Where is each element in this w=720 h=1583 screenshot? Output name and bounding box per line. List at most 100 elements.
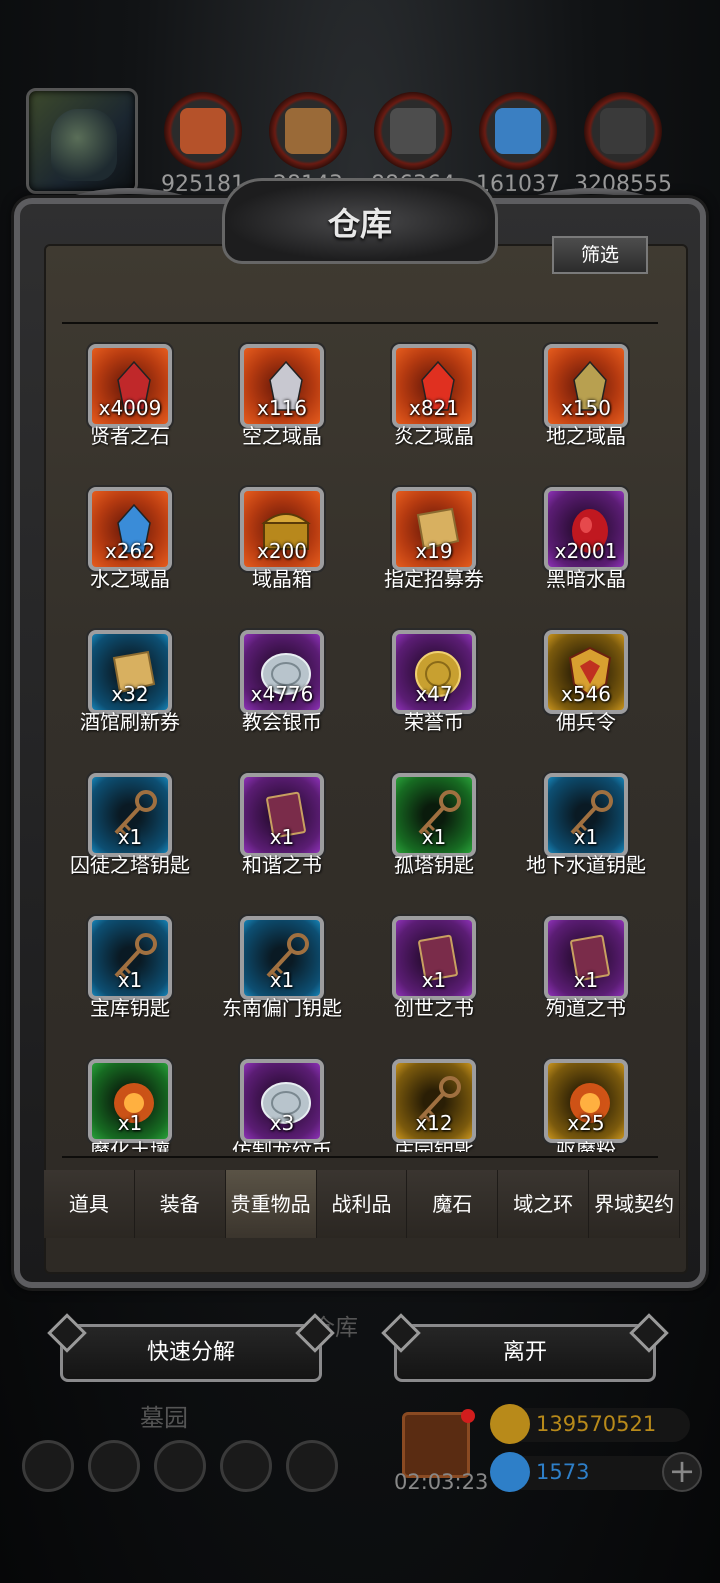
inventory-item[interactable]: x1 孤塔钥匙 xyxy=(348,761,500,891)
item-count: x546 xyxy=(560,682,611,706)
item-count: x821 xyxy=(408,396,459,420)
item-count: x25 xyxy=(567,1111,605,1135)
item-name: 殉道之书 xyxy=(546,996,626,1020)
item-name: 东南偏门钥匙 xyxy=(222,996,342,1020)
rune-icon[interactable] xyxy=(286,1440,338,1492)
warehouse-panel: 仓库 筛选 x4009 贤者之石 x116 空之域晶 x821 炎之域晶 x150 地之域晶 x… xyxy=(14,178,706,1294)
gate-icon[interactable] xyxy=(154,1440,206,1492)
tab-5[interactable]: 域之环 xyxy=(498,1170,590,1238)
quick-decompose-button[interactable]: 快速分解 xyxy=(60,1324,322,1382)
inventory-item[interactable]: x546 佣兵令 xyxy=(500,618,652,748)
star-icon[interactable] xyxy=(88,1440,140,1492)
inventory-item[interactable]: x150 地之域晶 xyxy=(500,332,652,462)
item-count: x47 xyxy=(415,682,453,706)
inventory-item[interactable]: x1 东南偏门钥匙 xyxy=(196,904,348,1034)
item-name: 酒馆刷新券 xyxy=(80,710,180,734)
item-name: 囚徒之塔钥匙 xyxy=(70,853,190,877)
item-count: x12 xyxy=(415,1111,453,1135)
gift-box-icon[interactable] xyxy=(402,1409,475,1478)
inventory-item[interactable]: x19 指定招募券 xyxy=(348,475,500,605)
item-count: x1 xyxy=(117,825,143,849)
tab-3[interactable]: 战利品 xyxy=(316,1170,408,1238)
inventory-item[interactable]: x32 酒馆刷新券 xyxy=(44,618,196,748)
item-name: 黑暗水晶 xyxy=(546,567,626,591)
category-tabs: 道具 装备 贵重物品 战利品 魔石 域之环 界域契约 xyxy=(44,1170,681,1238)
item-name: 佣兵令 xyxy=(556,710,616,734)
item-name: 地之域晶 xyxy=(546,424,626,448)
inventory-item[interactable]: x1 创世之书 xyxy=(348,904,500,1034)
inventory-item[interactable]: x1 魔化土壤 xyxy=(44,1047,196,1152)
map-label: 墓园 xyxy=(140,1404,188,1432)
item-name: 创世之书 xyxy=(394,996,474,1020)
item-count: x1 xyxy=(421,968,447,992)
orange-ore-icon xyxy=(164,92,242,170)
item-count: x32 xyxy=(111,682,149,706)
inventory-item[interactable]: x1 地下水道钥匙 xyxy=(500,761,652,891)
gift-timer: 02:03:23 xyxy=(394,1470,489,1494)
item-count: x3 xyxy=(269,1111,295,1135)
add-currency-button[interactable]: + xyxy=(662,1452,702,1492)
panel-title: 仓库 xyxy=(327,205,392,243)
inventory-item[interactable]: x2001 黑暗水晶 xyxy=(500,475,652,605)
item-name: 空之域晶 xyxy=(242,424,322,448)
item-count: x4776 xyxy=(250,682,314,706)
item-count: x19 xyxy=(415,539,453,563)
resource-icon-core xyxy=(180,108,226,154)
resource-icon-core xyxy=(285,108,331,154)
inventory-item[interactable]: x3 仿制龙纹币 xyxy=(196,1047,348,1152)
tab-1[interactable]: 装备 xyxy=(134,1170,226,1238)
gem-currency: 1573 xyxy=(490,1452,690,1492)
item-name: 孤塔钥匙 xyxy=(394,853,474,877)
item-count: x1 xyxy=(117,968,143,992)
item-count: x200 xyxy=(256,539,307,563)
item-name: 宝库钥匙 xyxy=(90,996,170,1020)
item-name: 魔化土壤 xyxy=(90,1139,170,1152)
inventory-item[interactable]: x1 囚徒之塔钥匙 xyxy=(44,761,196,891)
inventory-item[interactable]: x47 荣誉币 xyxy=(348,618,500,748)
mail-icon[interactable] xyxy=(220,1440,272,1492)
resource-icon-core xyxy=(600,108,646,154)
inventory-item[interactable]: x12 庄园钥匙 xyxy=(348,1047,500,1152)
item-name: 仿制龙纹币 xyxy=(232,1139,332,1152)
gold-amount: 139570521 xyxy=(536,1412,657,1436)
tab-6[interactable]: 界域契约 xyxy=(589,1170,681,1238)
title-plate: 仓库 xyxy=(222,178,498,264)
wood-plank-icon xyxy=(269,92,347,170)
inventory-item[interactable]: x262 水之域晶 xyxy=(44,475,196,605)
inventory-item[interactable]: x25 驱魔粉 xyxy=(500,1047,652,1152)
inventory-item[interactable]: x1 和谐之书 xyxy=(196,761,348,891)
item-count: x2001 xyxy=(554,539,618,563)
inventory-item[interactable]: x200 域晶箱 xyxy=(196,475,348,605)
gem-icon xyxy=(490,1452,530,1492)
inventory-item[interactable]: x821 炎之域晶 xyxy=(348,332,500,462)
inventory-item[interactable]: x1 殉道之书 xyxy=(500,904,652,1034)
blue-crystal-icon xyxy=(479,92,557,170)
leave-button[interactable]: 离开 xyxy=(394,1324,656,1382)
item-count: x1 xyxy=(117,1111,143,1135)
tab-0[interactable]: 道具 xyxy=(44,1170,135,1238)
steel-bar-icon xyxy=(374,92,452,170)
dark-metal-icon xyxy=(584,92,662,170)
inventory-item[interactable]: x116 空之域晶 xyxy=(196,332,348,462)
item-name: 荣誉币 xyxy=(404,710,464,734)
item-name: 驱魔粉 xyxy=(556,1139,616,1152)
gold-coin-icon xyxy=(490,1404,530,1444)
item-name: 贤者之石 xyxy=(90,424,170,448)
item-count: x1 xyxy=(421,825,447,849)
item-count: x4009 xyxy=(98,396,162,420)
item-count: x1 xyxy=(269,968,295,992)
filter-button[interactable]: 筛选 xyxy=(552,236,648,274)
notification-dot xyxy=(461,1409,475,1423)
avatar-portrait xyxy=(51,109,117,181)
tab-4[interactable]: 魔石 xyxy=(407,1170,499,1238)
tab-2[interactable]: 贵重物品 xyxy=(225,1170,317,1238)
item-count: x1 xyxy=(573,825,599,849)
grid-bottom-divider xyxy=(62,1156,658,1158)
inventory-item[interactable]: x4009 贤者之石 xyxy=(44,332,196,462)
item-name: 庄园钥匙 xyxy=(394,1139,474,1152)
item-grid[interactable]: x4009 贤者之石 x116 空之域晶 x821 炎之域晶 x150 地之域晶 x262 水之域… xyxy=(44,332,676,1152)
settings-icon[interactable] xyxy=(22,1440,74,1492)
inventory-item[interactable]: x4776 教会银币 xyxy=(196,618,348,748)
inventory-item[interactable]: x1 宝库钥匙 xyxy=(44,904,196,1034)
item-name: 地下水道钥匙 xyxy=(526,853,646,877)
